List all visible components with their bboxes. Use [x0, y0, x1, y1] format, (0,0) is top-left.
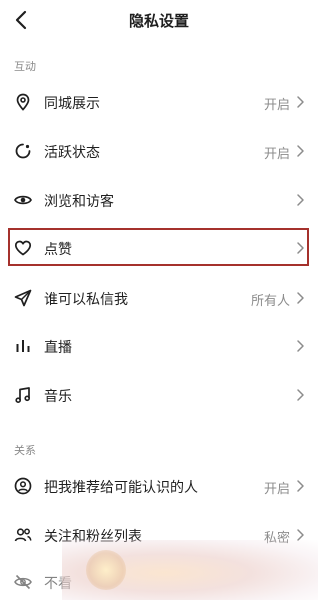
row-label: 同城展示 — [44, 96, 100, 112]
chevron-right-icon — [297, 340, 304, 352]
row-nearby-display[interactable]: 同城展示 开启 — [0, 78, 318, 126]
row-label: 直播 — [44, 340, 72, 356]
row-label: 活跃状态 — [44, 145, 100, 161]
users-icon — [13, 525, 33, 545]
music-note-icon — [13, 385, 33, 405]
row-value: 开启 — [263, 98, 290, 113]
eye-icon — [13, 190, 33, 210]
bars-icon — [13, 336, 33, 356]
row-label: 谁可以私信我 — [44, 292, 128, 308]
row-live[interactable]: 直播 — [0, 322, 318, 370]
chevron-right-icon — [297, 292, 304, 304]
chevron-right-icon — [297, 389, 304, 401]
section-label-interaction: 互动 — [14, 60, 36, 73]
row-views-visitors[interactable]: 浏览和访客 — [0, 176, 318, 224]
chevron-right-icon — [297, 194, 304, 206]
page-title: 隐私设置 — [128, 12, 189, 30]
activity-icon — [13, 141, 33, 161]
row-value: 所有人 — [250, 294, 290, 309]
location-pin-icon — [13, 92, 33, 112]
watermark-logo — [86, 550, 126, 590]
section-label-relation: 关系 — [14, 444, 36, 457]
user-circle-icon — [13, 476, 33, 496]
row-active-status[interactable]: 活跃状态 开启 — [0, 127, 318, 175]
row-label: 音乐 — [44, 389, 72, 405]
row-who-can-message[interactable]: 谁可以私信我 所有人 — [0, 274, 318, 322]
chevron-right-icon — [297, 145, 304, 157]
row-music[interactable]: 音乐 — [0, 371, 318, 419]
send-icon — [13, 288, 33, 308]
row-label: 把我推荐给可能认识的人 — [44, 480, 198, 496]
row-value: 开启 — [263, 147, 290, 162]
row-value: 开启 — [263, 482, 290, 497]
row-recommend-me[interactable]: 把我推荐给可能认识的人 开启 — [0, 462, 318, 510]
top-bar: 隐私设置 — [0, 0, 318, 42]
eye-off-icon — [13, 572, 33, 592]
watermark-overlay — [62, 540, 318, 600]
chevron-right-icon — [297, 480, 304, 492]
highlight-box — [8, 228, 309, 266]
row-label: 浏览和访客 — [44, 194, 114, 210]
chevron-right-icon — [297, 96, 304, 108]
